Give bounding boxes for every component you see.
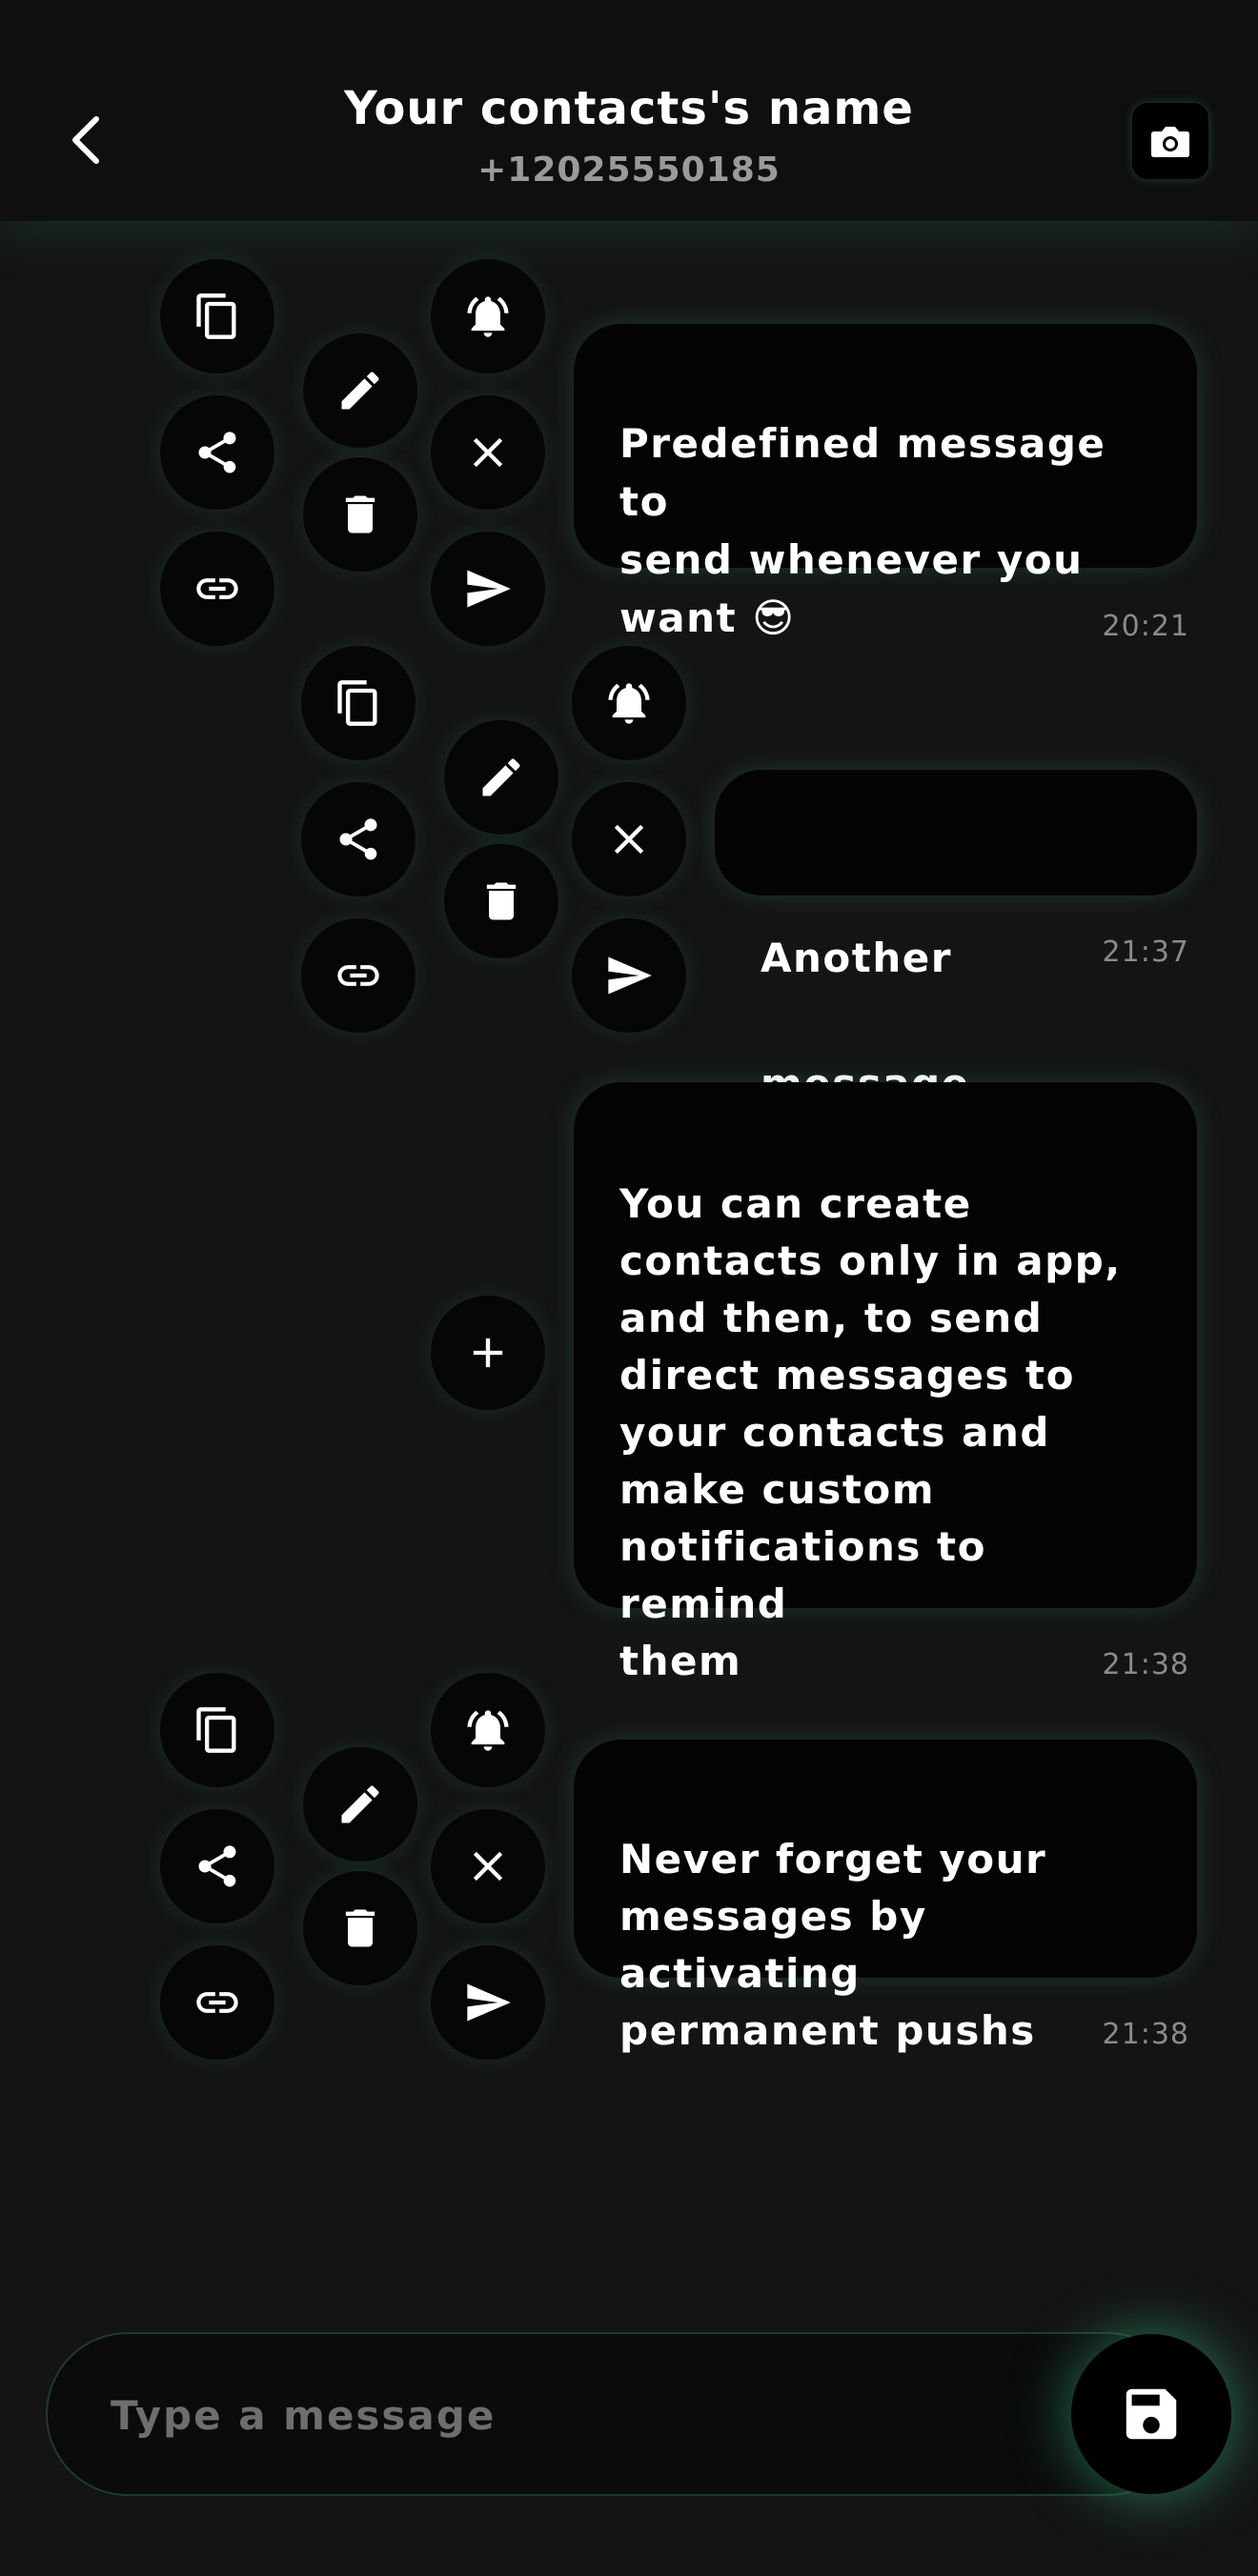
edit-icon — [341, 372, 379, 410]
edit-button[interactable] — [303, 333, 417, 448]
message-time: 21:38 — [1102, 2018, 1189, 2051]
edit-icon — [482, 758, 520, 796]
delete-icon — [345, 1909, 375, 1947]
message-time: 20:21 — [1102, 610, 1189, 643]
message-bubble[interactable]: Another message — [715, 770, 1197, 1107]
share-button[interactable] — [301, 782, 416, 896]
save-icon — [1126, 2388, 1177, 2440]
message-bubble[interactable]: Never forget your messages by activating… — [574, 1740, 1197, 2054]
message-text: Another message — [761, 935, 968, 1107]
send-button[interactable] — [431, 1945, 545, 2060]
send-icon — [467, 1983, 511, 2022]
send-button[interactable] — [431, 532, 545, 646]
share-icon — [198, 1845, 236, 1887]
camera-icon — [1151, 127, 1189, 157]
copy-button[interactable] — [160, 1673, 274, 1787]
edit-button[interactable] — [444, 720, 558, 835]
share-icon — [339, 818, 377, 860]
message-input[interactable] — [109, 2334, 1065, 2496]
notification-button[interactable] — [431, 1673, 545, 1787]
camera-button[interactable] — [1132, 103, 1208, 179]
notification-button[interactable] — [431, 259, 545, 373]
send-icon — [608, 956, 652, 995]
copy-button[interactable] — [301, 646, 416, 760]
send-icon — [467, 570, 511, 608]
link-icon — [337, 965, 379, 986]
copy-icon — [196, 1707, 236, 1753]
plus-icon — [473, 1338, 503, 1368]
bell-icon — [467, 1710, 509, 1751]
message-text: Predefined message to send whenever you … — [619, 420, 1106, 641]
share-icon — [198, 432, 236, 473]
delete-button[interactable] — [303, 457, 417, 572]
link-icon — [196, 578, 238, 599]
link-icon — [196, 1992, 238, 2013]
message-text: You can create contacts only in app, and… — [619, 1180, 1122, 1684]
delete-icon — [486, 882, 517, 920]
save-button[interactable] — [1071, 2334, 1231, 2494]
link-button[interactable] — [160, 532, 274, 646]
contact-phone: +12025550185 — [477, 151, 781, 190]
share-button[interactable] — [160, 395, 274, 510]
delete-icon — [345, 495, 375, 533]
share-button[interactable] — [160, 1809, 274, 1923]
delete-button[interactable] — [444, 844, 558, 958]
close-icon — [473, 1851, 503, 1882]
link-button[interactable] — [301, 918, 416, 1033]
message-bubble[interactable]: Predefined message to send whenever you … — [574, 324, 1197, 641]
notification-button[interactable] — [572, 646, 686, 760]
delete-button[interactable] — [303, 1871, 417, 1985]
edit-icon — [341, 1785, 379, 1823]
chat-screen: Your contacts's name +12025550185 Predef… — [0, 0, 1258, 2576]
copy-icon — [337, 680, 377, 726]
bell-icon — [467, 296, 509, 337]
send-button[interactable] — [572, 918, 686, 1033]
close-icon — [614, 824, 644, 855]
message-time: 21:38 — [1102, 1648, 1189, 1681]
edit-button[interactable] — [303, 1747, 417, 1862]
link-button[interactable] — [160, 1945, 274, 2060]
message-composer — [46, 2332, 1189, 2496]
close-button[interactable] — [572, 782, 686, 896]
message-time: 21:37 — [1102, 936, 1189, 969]
message-text: Never forget your messages by activating… — [619, 1836, 1047, 2054]
copy-button[interactable] — [160, 259, 274, 373]
close-button[interactable] — [431, 395, 545, 510]
message-bubble[interactable]: You can create contacts only in app, and… — [574, 1082, 1197, 1684]
contact-name: Your contacts's name — [344, 82, 914, 135]
chat-header: Your contacts's name +12025550185 — [0, 0, 1258, 221]
bell-icon — [608, 683, 650, 724]
copy-icon — [196, 293, 236, 339]
add-button[interactable] — [431, 1296, 545, 1410]
close-icon — [473, 437, 503, 468]
close-button[interactable] — [431, 1809, 545, 1923]
